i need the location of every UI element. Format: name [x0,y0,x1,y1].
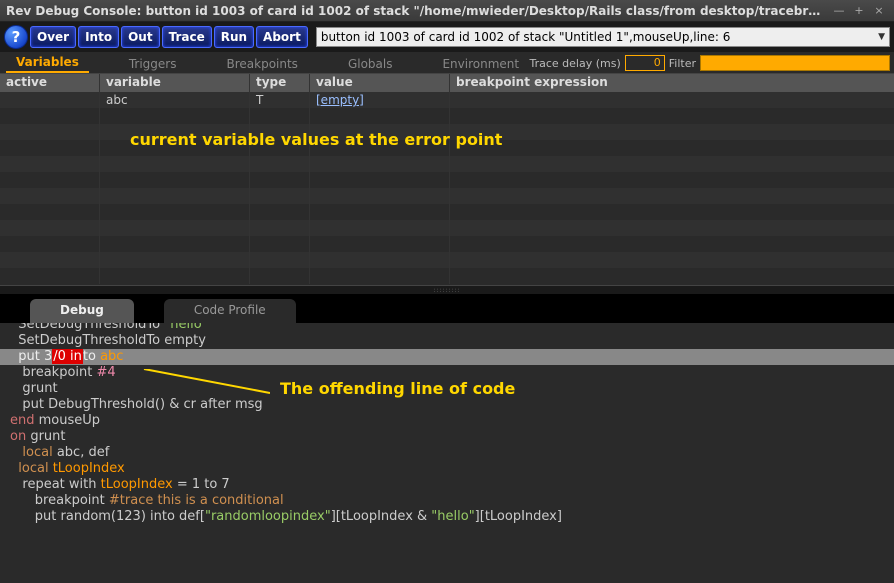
callout-variables: current variable values at the error poi… [130,130,502,149]
cell-breakpoint [450,92,894,108]
lower-tab-bar: Debug Code Profile [0,295,894,323]
table-row[interactable]: abc T [empty] [0,92,894,108]
code-line: repeat with tLoopIndex = 1 to 7 [0,477,894,493]
code-line: end mouseUp [0,413,894,429]
tab-breakpoints[interactable]: Breakpoints [216,55,307,73]
code-line: SetDebugThresholdTo "hello" [0,323,894,333]
filter-bar: Trace delay (ms) 0 Filter [529,53,890,73]
cell-active [0,92,100,108]
trace-delay-label: Trace delay (ms) [529,57,620,70]
code-line: breakpoint #trace this is a conditional [0,493,894,509]
trace-button[interactable]: Trace [162,26,212,48]
cell-value: [empty] [310,92,450,108]
variable-table-body: abc T [empty] current variable values at… [0,92,894,285]
code-line: local tLoopIndex [0,461,894,477]
code-line: put random(123) into def["randomloopinde… [0,509,894,525]
col-variable[interactable]: variable [100,74,250,92]
step-into-button[interactable]: Into [78,26,119,48]
filter-input[interactable] [700,55,890,71]
context-combo[interactable]: button id 1003 of card id 1002 of stack … [316,27,890,47]
col-active[interactable]: active [0,74,100,92]
table-row [0,156,894,172]
cell-variable: abc [100,92,250,108]
help-button[interactable]: ? [4,25,28,49]
col-breakpoint[interactable]: breakpoint expression [450,74,894,92]
table-row [0,204,894,220]
table-row [0,172,894,188]
value-link[interactable]: [empty] [316,93,364,107]
table-row [0,108,894,124]
minimize-button[interactable]: — [830,3,848,19]
tab-code-profile[interactable]: Code Profile [164,299,296,323]
step-over-button[interactable]: Over [30,26,76,48]
callout-code: The offending line of code [280,381,515,397]
table-row [0,268,894,284]
table-row [0,236,894,252]
code-line: local abc, def [0,445,894,461]
tab-triggers[interactable]: Triggers [119,55,187,73]
code-line: SetDebugThresholdTo empty [0,333,894,349]
tab-variables[interactable]: Variables [6,53,89,73]
col-type[interactable]: type [250,74,310,92]
close-button[interactable]: × [870,3,888,19]
tab-debug[interactable]: Debug [30,299,134,323]
table-row [0,188,894,204]
code-line-current: put 3/0 into abc [0,349,894,365]
code-line: on grunt [0,429,894,445]
code-line: put DebugThreshold() & cr after msg [0,397,894,413]
run-button[interactable]: Run [214,26,254,48]
tab-globals[interactable]: Globals [338,55,403,73]
error-span: /0 in [52,349,83,364]
pane-splitter[interactable]: ::::::::: [0,285,894,295]
maximize-button[interactable]: + [850,3,868,19]
table-row [0,220,894,236]
cell-type: T [250,92,310,108]
col-value[interactable]: value [310,74,450,92]
title-bar: Rev Debug Console: button id 1003 of car… [0,0,894,22]
toolbar: ? Over Into Out Trace Run Abort button i… [0,22,894,52]
table-row [0,252,894,268]
abort-button[interactable]: Abort [256,26,308,48]
chevron-down-icon: ▼ [878,32,885,42]
code-editor[interactable]: SetDebugThresholdTo "hello" SetDebugThre… [0,323,894,583]
filter-label: Filter [669,57,696,70]
context-text: button id 1003 of card id 1002 of stack … [321,30,731,44]
step-out-button[interactable]: Out [121,26,159,48]
window-title: Rev Debug Console: button id 1003 of car… [6,4,828,18]
variable-table-header: active variable type value breakpoint ex… [0,74,894,92]
trace-delay-input[interactable]: 0 [625,55,665,71]
tab-environment[interactable]: Environment [432,55,529,73]
